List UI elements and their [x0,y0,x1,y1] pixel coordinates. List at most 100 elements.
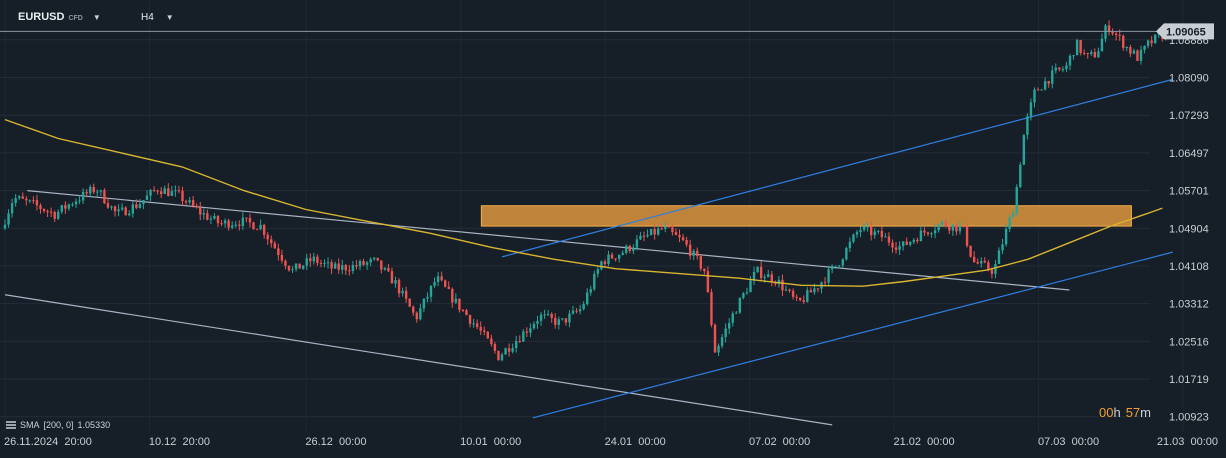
candle-body [184,201,188,203]
candle-body [884,236,887,238]
candle-body [898,246,901,250]
candle-body [653,229,656,235]
timeframe-label: H4 [141,12,154,23]
candle-body [742,293,745,298]
x-tick-label: 21.03 00:00 [1157,436,1218,448]
candle-body [1093,52,1097,58]
candle-body [564,318,568,323]
candle-body [880,230,884,238]
candle-body [128,213,131,216]
candle-body [557,319,560,325]
candle-body [490,338,493,345]
resistance-zone[interactable] [480,205,1132,227]
candle-body [298,263,301,269]
candle-body [117,209,120,212]
candle-body [951,224,955,231]
candle-body [852,234,855,242]
candle-body [106,203,110,208]
candle-body [330,262,333,269]
candle-body [926,232,930,235]
y-tick-label: 1.03312 [1169,299,1209,311]
candle-body [568,313,571,323]
candle-body [149,190,152,196]
candle-body [586,292,589,305]
candle-body [784,289,788,291]
candle-body [92,187,95,193]
candle-body [71,204,74,206]
candle-body [916,239,919,242]
candle-body [515,340,518,348]
trend-lines[interactable] [4,78,1173,426]
candle-body [78,200,81,202]
candle-body [419,308,422,320]
candle-body [699,256,702,269]
candle-body [1029,102,1033,117]
y-tick-label: 1.07293 [1169,110,1209,122]
candle-body [610,254,614,259]
y-axis[interactable]: 1.088861.080901.072931.064971.057011.049… [1169,35,1209,424]
candle-body [99,190,103,192]
candle-body [202,213,205,215]
candle-body [980,260,983,264]
candle-body [944,221,947,227]
price-chart[interactable]: 1.088861.080901.072931.064971.057011.049… [0,0,1226,458]
candle-body [962,225,965,227]
candle-body [64,205,67,209]
candle-body [1136,50,1139,61]
candle-body [348,270,351,272]
candle-body [941,221,944,225]
candle-body [1090,52,1093,54]
candle-body [404,290,408,299]
candle-body [823,282,827,284]
candle-body [674,232,678,236]
candle-body [763,277,766,279]
x-axis[interactable]: 26.11.2024 20:00 10.12 20:00 26.12 00:00 10… [4,436,1218,448]
candle-body [525,331,529,333]
candle-body [412,306,415,313]
candle-body [181,190,184,202]
candle-body [273,243,276,249]
candle-body [671,227,674,233]
chart-root: 1.08886 1.08090 1.07293 1.06497 1.05701 1.049… [0,0,1226,458]
candle-body [1075,40,1079,56]
candle-body [1086,52,1089,54]
candle-body [905,241,908,245]
candle-body [781,279,784,291]
candle-body [919,230,923,242]
candle-body [433,282,436,286]
candle-body [635,239,639,248]
candle-body [195,205,198,208]
candle-body [1125,46,1128,48]
candle-body [1154,34,1157,44]
candle-body [710,292,713,325]
candle-body [60,205,63,212]
symbol-selector[interactable]: EURUSD CFD ▼ [18,11,101,23]
candle-body [46,211,49,213]
indicator-menu-icon[interactable] [6,421,16,429]
timeframe-selector[interactable]: H4 ▼ [141,12,174,23]
candle-body [216,215,220,224]
candle-body [1026,116,1029,135]
candle-body [309,258,312,262]
candle-body [625,245,628,253]
candle-body [923,230,926,233]
y-tick-label: 1.08090 [1169,72,1209,84]
candle-body [284,260,287,266]
candle-body [649,229,653,235]
candle-body [57,211,60,219]
symbol-kind: CFD [68,15,83,22]
candle-body [646,234,649,237]
candle-body [1051,70,1054,84]
trend-line [532,251,1173,419]
candle-body [206,213,209,220]
indicator-legend[interactable]: SMA [200, 0] 1.05330 [6,420,110,430]
zone-rect [480,205,1132,227]
candle-body [380,260,383,270]
candle-body [319,262,323,264]
candle-body [429,285,433,297]
candle-body [344,265,347,271]
candle-body [138,204,142,208]
candle-body [802,300,805,302]
candle-body [529,328,532,333]
candle-body [685,240,688,245]
